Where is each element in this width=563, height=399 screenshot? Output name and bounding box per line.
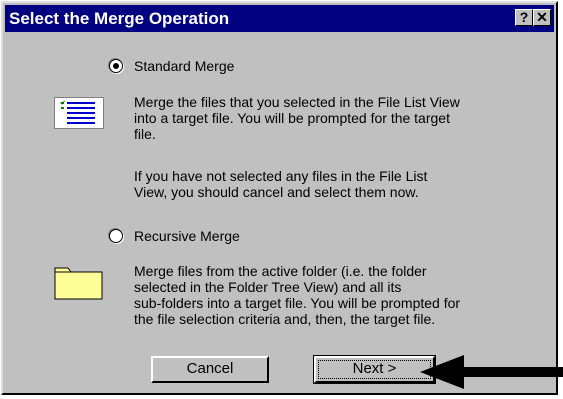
recursive-merge-radio[interactable] [109, 229, 123, 243]
standard-merge-description: Merge the files that you selected in the… [134, 94, 460, 142]
description-line: the file selection criteria and, then, t… [134, 311, 436, 327]
standard-merge-note: If you have not selected any files in th… [134, 168, 427, 200]
recursive-merge-label[interactable]: Recursive Merge [134, 227, 240, 245]
standard-merge-label[interactable]: Standard Merge [134, 57, 234, 75]
cancel-button[interactable]: Cancel [151, 356, 269, 383]
document-list-graphic [60, 100, 95, 124]
close-icon: ✕ [536, 9, 548, 25]
folder-icon [54, 266, 104, 300]
help-icon: ? [519, 9, 529, 25]
description-line: into a target file. You will be prompted… [134, 110, 450, 126]
recursive-merge-description: Merge files from the active folder (i.e.… [134, 263, 460, 327]
help-button[interactable]: ? [515, 9, 533, 26]
cancel-button-label: Cancel [186, 360, 234, 377]
merge-dialog: Select the Merge Operation ? ✕ Standard … [1, 1, 558, 395]
radio-selected-dot [113, 63, 119, 69]
description-line: Merge the files that you selected in the… [134, 94, 460, 110]
next-button-label: Next > [352, 360, 397, 377]
description-line: Merge files from the active folder (i.e.… [134, 263, 427, 279]
note-line: View, you should cancel and select them … [134, 184, 419, 200]
standard-merge-radio[interactable] [109, 59, 123, 73]
description-line: sub-folders into a target file. You will… [134, 295, 461, 311]
description-line: file. [134, 126, 156, 142]
folder-graphic [54, 267, 103, 300]
next-button[interactable]: Next > [313, 355, 436, 384]
close-button[interactable]: ✕ [533, 9, 551, 26]
description-line: selected in the Folder Tree View) and al… [134, 279, 402, 295]
title-bar[interactable]: Select the Merge Operation ? ✕ [5, 5, 554, 32]
document-list-icon [54, 97, 104, 129]
note-line: If you have not selected any files in th… [134, 168, 428, 184]
dialog-title: Select the Merge Operation [9, 9, 230, 28]
arrow-pointer-icon [420, 355, 563, 389]
